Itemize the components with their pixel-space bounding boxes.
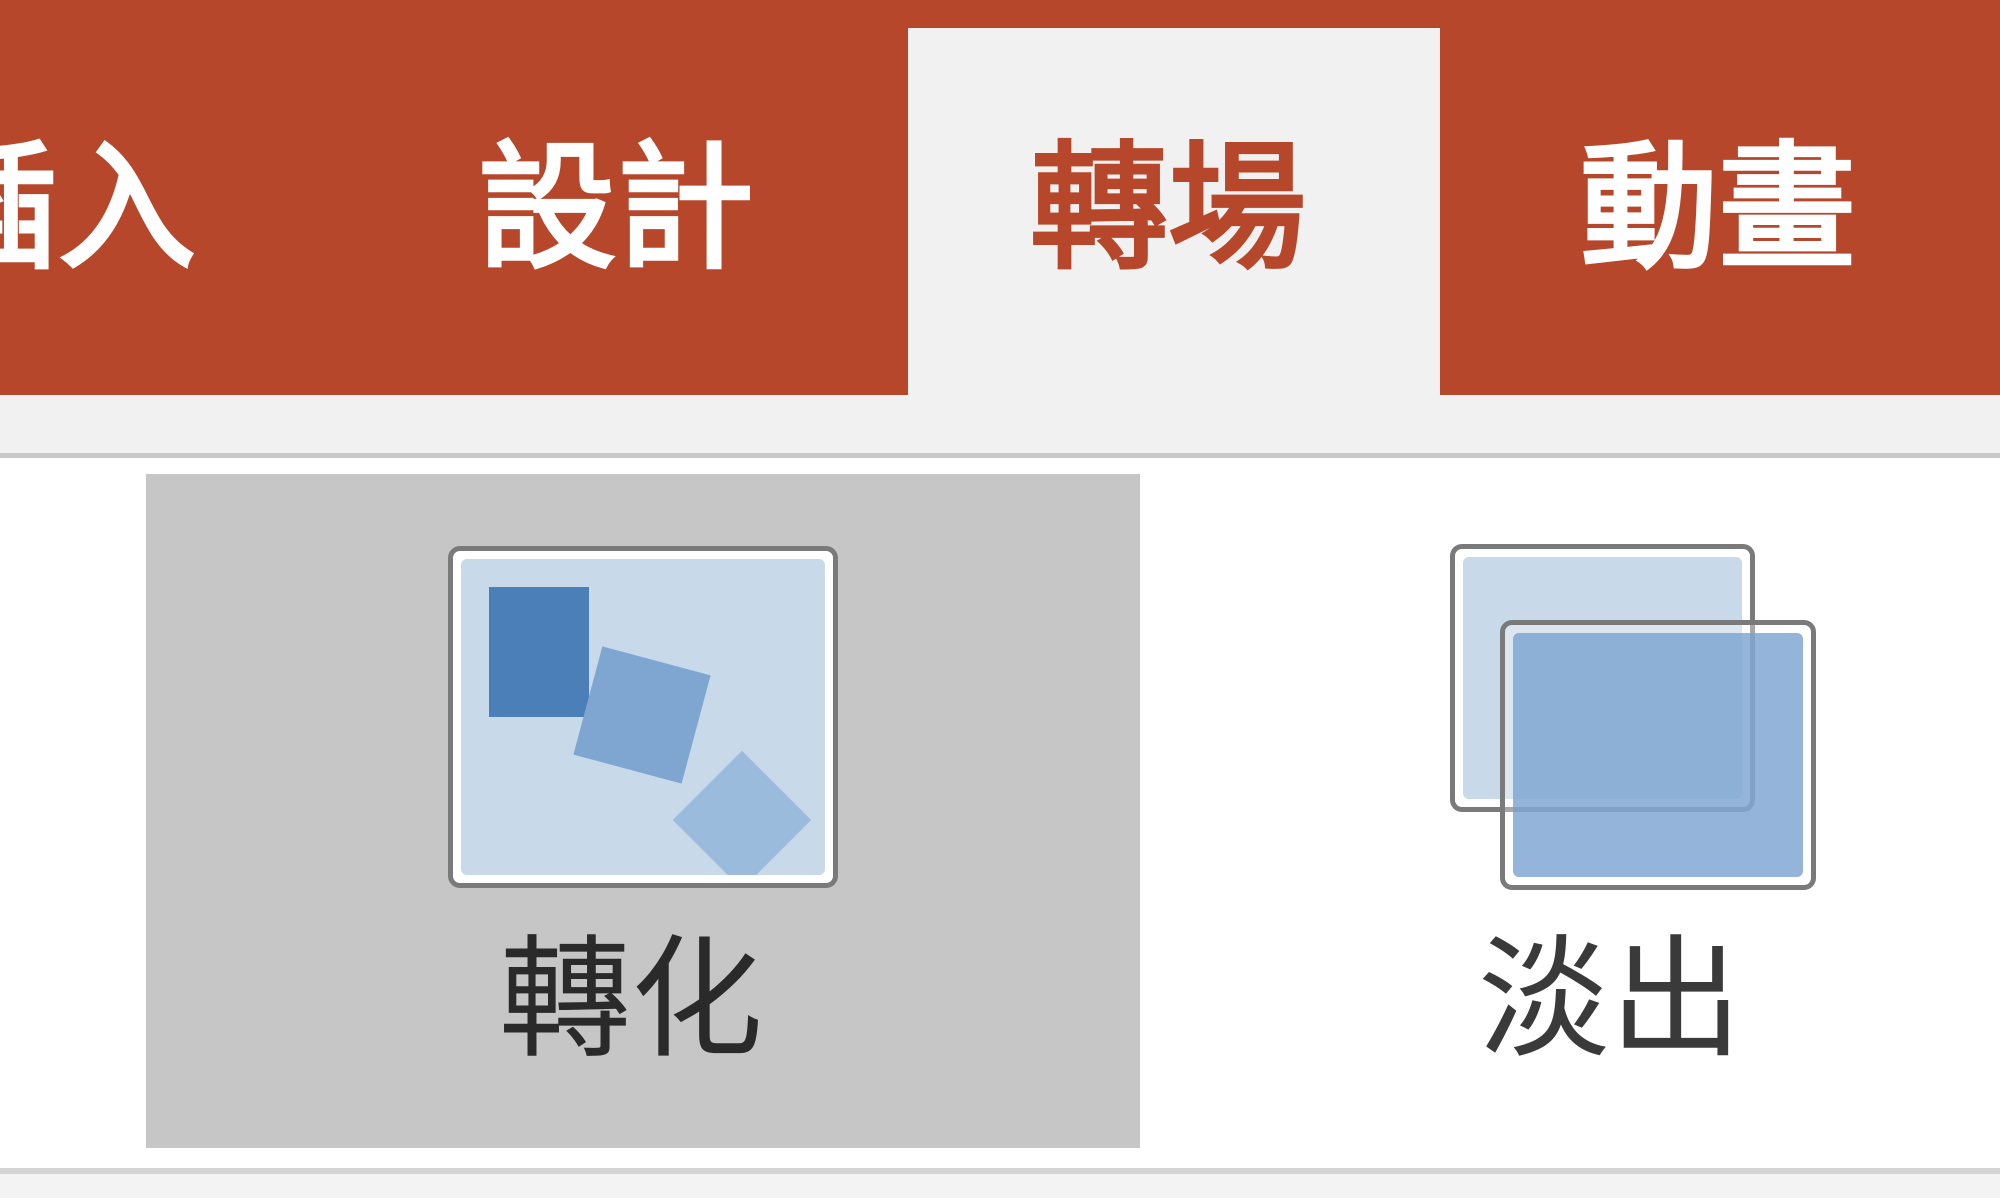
tab-insert-label: 插入 bbox=[0, 128, 197, 289]
tab-animations-label: 動畫 bbox=[1580, 128, 1857, 289]
tab-insert[interactable]: 插入 bbox=[0, 28, 300, 395]
tab-design-label: 設計 bbox=[478, 128, 755, 289]
morph-transition-icon bbox=[448, 546, 838, 888]
fade-transition-label: 淡出 bbox=[1478, 923, 1742, 1077]
morph-transition-button[interactable]: 轉化 bbox=[146, 474, 1140, 1148]
ribbon-below-area bbox=[0, 1174, 2000, 1198]
morph-transition-label: 轉化 bbox=[499, 923, 763, 1077]
tab-design[interactable]: 設計 bbox=[440, 28, 820, 395]
tab-animations[interactable]: 動畫 bbox=[1560, 28, 1980, 395]
fade-transition-button[interactable]: 淡出 bbox=[1300, 474, 1960, 1148]
fade-transition-icon-front bbox=[1500, 620, 1816, 890]
ribbon-tab-bar: 插入 設計 轉場 動畫 bbox=[0, 0, 2000, 395]
ribbon-strip bbox=[0, 395, 2000, 453]
tab-transitions[interactable]: 轉場 bbox=[908, 28, 1440, 395]
tab-transitions-label: 轉場 bbox=[1030, 128, 1307, 289]
